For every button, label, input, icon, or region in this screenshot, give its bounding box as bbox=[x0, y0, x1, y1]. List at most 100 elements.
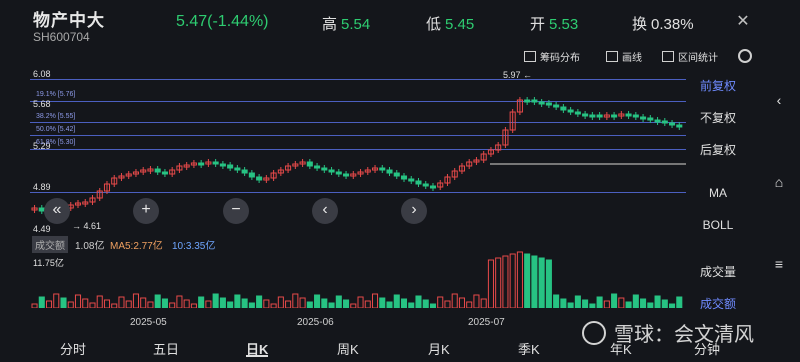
candle bbox=[560, 106, 567, 111]
stock-name: 物产中大 bbox=[33, 11, 105, 30]
boll-option[interactable]: BOLL bbox=[690, 218, 746, 232]
volume-bar bbox=[74, 294, 82, 308]
turnover-value: 0.38% bbox=[651, 16, 694, 33]
gear-icon[interactable] bbox=[738, 49, 752, 63]
low-label: 低 bbox=[426, 16, 442, 33]
no-adjust-option[interactable]: 不复权 bbox=[690, 109, 746, 126]
candle bbox=[589, 114, 596, 118]
candle bbox=[669, 122, 676, 126]
volume-bar bbox=[444, 300, 451, 308]
back-adjust-option[interactable]: 后复权 bbox=[690, 141, 746, 158]
candle bbox=[574, 111, 581, 115]
candle bbox=[256, 176, 263, 181]
candle bbox=[545, 102, 552, 106]
snowball-logo-icon bbox=[582, 320, 606, 345]
close-icon[interactable]: ✕ bbox=[735, 11, 751, 30]
volume-bar bbox=[343, 299, 350, 308]
volume-bar bbox=[219, 297, 226, 308]
volume-bar bbox=[516, 251, 523, 308]
zoom-in-button[interactable]: + bbox=[133, 198, 159, 224]
range-stats-button[interactable]: 区间统计 bbox=[662, 47, 718, 65]
chip-distribution-icon bbox=[524, 50, 536, 62]
turnover: 换 0.38% bbox=[632, 13, 694, 34]
zoom-out-button[interactable]: − bbox=[223, 198, 249, 224]
volume-bar bbox=[285, 300, 292, 308]
candle bbox=[234, 167, 241, 171]
open-price: 开 5.53 bbox=[530, 13, 578, 34]
back-icon[interactable]: ‹ bbox=[770, 92, 788, 108]
volume-bar bbox=[364, 300, 371, 308]
candle bbox=[676, 124, 683, 128]
amount-option[interactable]: 成交额 bbox=[690, 295, 746, 312]
volume-bar bbox=[140, 297, 147, 308]
candle bbox=[408, 178, 415, 182]
volume-bar bbox=[357, 296, 364, 308]
next-button[interactable]: › bbox=[401, 198, 427, 224]
volume-bar bbox=[611, 293, 618, 308]
date-label: 2025-07 bbox=[468, 317, 505, 328]
volume-bar bbox=[161, 298, 168, 308]
draw-line-button[interactable]: 画线 bbox=[606, 47, 642, 65]
volume-bar bbox=[545, 259, 552, 308]
volume-bar bbox=[437, 296, 444, 308]
volume-bar bbox=[422, 299, 429, 308]
ma-option[interactable]: MA bbox=[690, 186, 746, 200]
volume-bar bbox=[473, 294, 480, 308]
volume-bar bbox=[205, 300, 212, 308]
volume-bar bbox=[118, 296, 125, 308]
volume-bar bbox=[415, 295, 422, 308]
prev-button[interactable]: ‹ bbox=[312, 198, 338, 224]
candle bbox=[314, 165, 321, 169]
candle bbox=[154, 168, 161, 173]
front-adjust-option[interactable]: 前复权 bbox=[690, 77, 746, 94]
volume-bar bbox=[89, 302, 96, 308]
volume-bar bbox=[198, 296, 205, 308]
candle bbox=[212, 161, 219, 165]
volume-bar bbox=[67, 301, 74, 308]
volume-bar bbox=[538, 257, 545, 308]
draw-line-label: 画线 bbox=[622, 52, 642, 64]
date-label: 2025-05 bbox=[130, 317, 167, 328]
tab-quarterly-k[interactable]: 季K bbox=[518, 339, 540, 358]
volume-bar bbox=[582, 299, 589, 308]
volume-bar bbox=[132, 293, 139, 308]
volume-bar bbox=[647, 302, 654, 308]
volume-bar bbox=[379, 297, 386, 308]
recents-icon[interactable]: ≡ bbox=[770, 256, 788, 272]
candle bbox=[611, 114, 618, 118]
volume-bar bbox=[350, 303, 357, 308]
volume-bar bbox=[227, 301, 234, 308]
tab-intraday[interactable]: 分时 bbox=[60, 339, 86, 358]
volume-bar bbox=[45, 300, 53, 308]
volume-bar bbox=[277, 296, 284, 308]
candle bbox=[198, 162, 205, 166]
candlestick-chart[interactable] bbox=[30, 70, 686, 240]
high-price: 高 5.54 bbox=[322, 13, 370, 34]
volume-bar bbox=[270, 303, 277, 308]
volume-bar bbox=[669, 303, 676, 308]
volume-bar bbox=[125, 300, 132, 308]
volume-bar bbox=[618, 297, 625, 308]
open-value: 5.53 bbox=[549, 16, 579, 33]
volume-bar bbox=[82, 298, 89, 308]
scroll-left-button[interactable]: « bbox=[44, 198, 70, 224]
candle bbox=[647, 117, 654, 121]
price-change: 5.47(-1.44%) bbox=[176, 13, 269, 30]
candle bbox=[328, 169, 335, 173]
high-label: 高 bbox=[322, 16, 338, 33]
volume-bar bbox=[502, 255, 509, 308]
volume-bar bbox=[553, 294, 560, 308]
volume-option[interactable]: 成交量 bbox=[690, 263, 746, 280]
chip-distribution-button[interactable]: 筹码分布 bbox=[524, 47, 580, 65]
volume-bar bbox=[212, 293, 219, 308]
tab-five-day[interactable]: 五日 bbox=[153, 339, 179, 358]
home-icon[interactable]: ⌂ bbox=[770, 174, 788, 190]
low-value: 5.45 bbox=[445, 16, 475, 33]
tab-monthly-k[interactable]: 月K bbox=[428, 339, 450, 358]
candle bbox=[654, 119, 661, 123]
volume-chart[interactable] bbox=[30, 250, 686, 308]
candle bbox=[429, 185, 437, 189]
volume-bar bbox=[234, 294, 241, 308]
candle bbox=[415, 180, 422, 185]
tab-weekly-k[interactable]: 周K bbox=[337, 339, 359, 358]
